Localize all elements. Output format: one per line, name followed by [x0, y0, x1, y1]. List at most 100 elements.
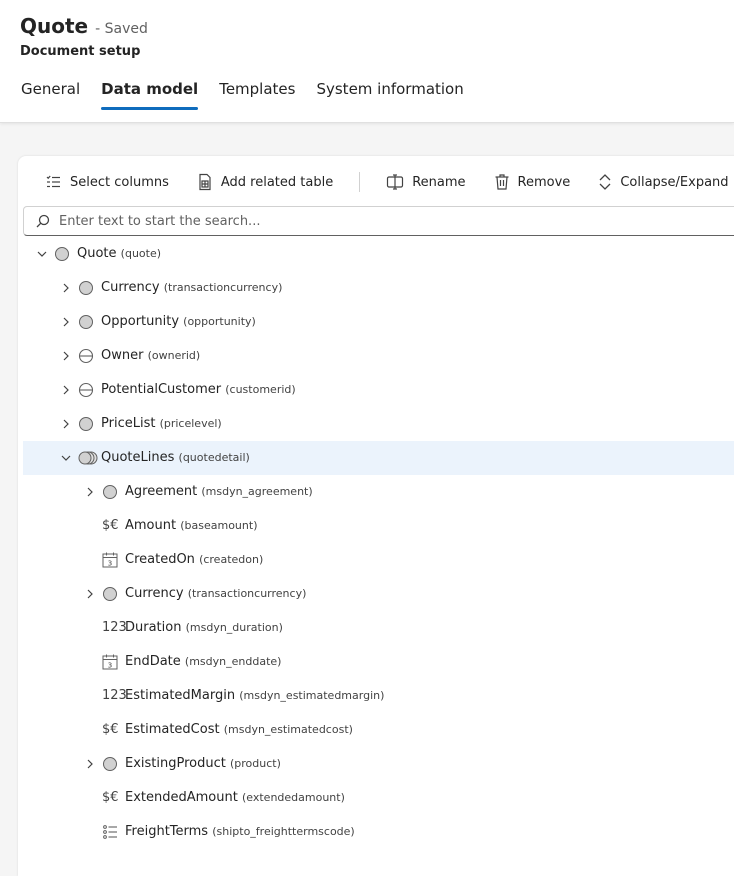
- tree-row[interactable]: $€ EstimatedCost (msdyn_estimatedcost): [23, 713, 734, 747]
- tree-item-label: Owner (ownerid): [101, 348, 200, 363]
- tree-item-logical-name: (extendedamount): [241, 791, 345, 804]
- tree-item-logical-name: (msdyn_duration): [185, 621, 283, 634]
- tree-item-label: ExistingProduct (product): [125, 756, 281, 771]
- chevron-down-icon[interactable]: [59, 451, 73, 465]
- tree-row[interactable]: FreightTerms (shipto_freighttermscode): [23, 815, 734, 849]
- toolbar-divider: [359, 172, 361, 192]
- search-box: [23, 206, 734, 236]
- data-model-panel: Select columns Add related table Rename …: [18, 156, 734, 876]
- stacked-circles-icon: [78, 451, 98, 465]
- currency-icon: $€: [102, 518, 119, 533]
- search-input[interactable]: [57, 212, 701, 230]
- tab-data-model[interactable]: Data model: [101, 80, 199, 110]
- tree-item-name: EstimatedCost: [125, 722, 220, 737]
- tree-row[interactable]: PriceList (pricelevel): [23, 407, 734, 441]
- tree-row[interactable]: 123 EstimatedMargin (msdyn_estimatedmargi…: [23, 679, 734, 713]
- tree-row[interactable]: Currency (transactioncurrency): [23, 271, 734, 305]
- tree-row[interactable]: Owner (ownerid): [23, 339, 734, 373]
- chevron-right-icon[interactable]: [83, 587, 97, 601]
- tree-item-label: FreightTerms (shipto_freighttermscode): [125, 824, 355, 839]
- save-status: - Saved: [95, 21, 148, 37]
- circle-icon: [103, 587, 117, 601]
- chevron-right-icon[interactable]: [59, 383, 73, 397]
- svg-text:3: 3: [108, 662, 112, 670]
- chevron-down-icon[interactable]: [35, 247, 49, 261]
- page-subtitle: Document setup: [20, 44, 141, 59]
- tab-general[interactable]: General: [21, 80, 80, 110]
- tree-item-name: Owner: [101, 348, 144, 363]
- trash-icon: [495, 174, 509, 190]
- tree-item-name: PotentialCustomer: [101, 382, 222, 397]
- tree-row[interactable]: 3 CreatedOn (createdon): [23, 543, 734, 577]
- tree-item-label: PotentialCustomer (customerid): [101, 382, 296, 397]
- tab-templates[interactable]: Templates: [219, 80, 295, 110]
- tree-item-logical-name: (pricelevel): [159, 417, 222, 430]
- tree-row[interactable]: $€ Amount (baseamount): [23, 509, 734, 543]
- add-related-table-label: Add related table: [220, 174, 334, 190]
- tree-item-logical-name: (transactioncurrency): [187, 587, 307, 600]
- chevron-right-icon[interactable]: [59, 417, 73, 431]
- tree-row[interactable]: $€ ExtendedAmount (extendedamount): [23, 781, 734, 815]
- tree-item-logical-name: (quotedetail): [178, 451, 250, 464]
- chevron-right-icon[interactable]: [59, 315, 73, 329]
- tree-row[interactable]: Currency (transactioncurrency): [23, 577, 734, 611]
- remove-button[interactable]: Remove: [494, 173, 570, 191]
- tree-item-logical-name: (opportunity): [183, 315, 256, 328]
- tree-row[interactable]: PotentialCustomer (customerid): [23, 373, 734, 407]
- tree-item-logical-name: (quote): [120, 247, 162, 260]
- tab-list: General Data model Templates System info…: [21, 80, 485, 110]
- collapse-expand-button[interactable]: Collapse/Expand: [598, 173, 729, 191]
- tree-item-name: Agreement: [125, 484, 198, 499]
- chevron-right-icon[interactable]: [59, 349, 73, 363]
- tree-item-label: EndDate (msdyn_enddate): [125, 654, 281, 669]
- tree-item-label: ExtendedAmount (extendedamount): [125, 790, 345, 805]
- tree-item-logical-name: (baseamount): [180, 519, 258, 532]
- circle-icon: [79, 315, 93, 329]
- chevron-right-icon[interactable]: [59, 281, 73, 295]
- tree-item-name: EndDate: [125, 654, 181, 669]
- tree-item-logical-name: (msdyn_estimatedmargin): [239, 689, 385, 702]
- select-columns-button[interactable]: Select columns: [44, 173, 169, 191]
- tree-item-logical-name: (shipto_freighttermscode): [212, 825, 355, 838]
- tree-item-logical-name: (transactioncurrency): [163, 281, 283, 294]
- tree-item-logical-name: (msdyn_agreement): [201, 485, 313, 498]
- tree-item-label: QuoteLines (quotedetail): [101, 450, 250, 465]
- split-circle-icon: [78, 382, 94, 398]
- tree-row[interactable]: 3 EndDate (msdyn_enddate): [23, 645, 734, 679]
- rename-label: Rename: [412, 174, 466, 190]
- tree-item-logical-name: (ownerid): [147, 349, 201, 362]
- add-related-table-button[interactable]: Add related table: [197, 173, 333, 191]
- add-related-table-icon: [199, 173, 211, 191]
- tree-item-logical-name: (customerid): [225, 383, 296, 396]
- select-columns-label: Select columns: [70, 174, 169, 190]
- tree-item-name: Quote: [77, 246, 117, 261]
- tree-item-label: PriceList (pricelevel): [101, 416, 222, 431]
- tree-row[interactable]: 123 Duration (msdyn_duration): [23, 611, 734, 645]
- tree-item-label: Opportunity (opportunity): [101, 314, 256, 329]
- tree-row[interactable]: Opportunity (opportunity): [23, 305, 734, 339]
- tree-row[interactable]: Quote (quote): [23, 237, 734, 271]
- circle-icon: [55, 247, 69, 261]
- tree-row[interactable]: Agreement (msdyn_agreement): [23, 475, 734, 509]
- tree-item-name: QuoteLines: [101, 450, 175, 465]
- tree-item-name: ExtendedAmount: [125, 790, 238, 805]
- tree-row[interactable]: QuoteLines (quotedetail): [23, 441, 734, 475]
- option-set-icon: [103, 825, 117, 839]
- tree-item-label: Amount (baseamount): [125, 518, 257, 533]
- circle-icon: [79, 417, 93, 431]
- tree-item-name: CreatedOn: [125, 552, 195, 567]
- calendar-icon: 3: [102, 654, 118, 670]
- chevron-right-icon[interactable]: [83, 485, 97, 499]
- search-icon: [36, 214, 50, 228]
- split-circle-icon: [78, 348, 94, 364]
- tree-item-label: Agreement (msdyn_agreement): [125, 484, 313, 499]
- tree-row[interactable]: ExistingProduct (product): [23, 747, 734, 781]
- page-title: Quote: [20, 14, 89, 38]
- tab-system-information[interactable]: System information: [316, 80, 463, 110]
- rename-button[interactable]: Rename: [386, 173, 466, 191]
- tree-item-label: Currency (transactioncurrency): [101, 280, 282, 295]
- calendar-icon: 3: [102, 552, 118, 568]
- chevron-right-icon[interactable]: [83, 757, 97, 771]
- page-header: Quote - Saved Document setup General Dat…: [0, 0, 734, 123]
- tree-item-logical-name: (createdon): [199, 553, 264, 566]
